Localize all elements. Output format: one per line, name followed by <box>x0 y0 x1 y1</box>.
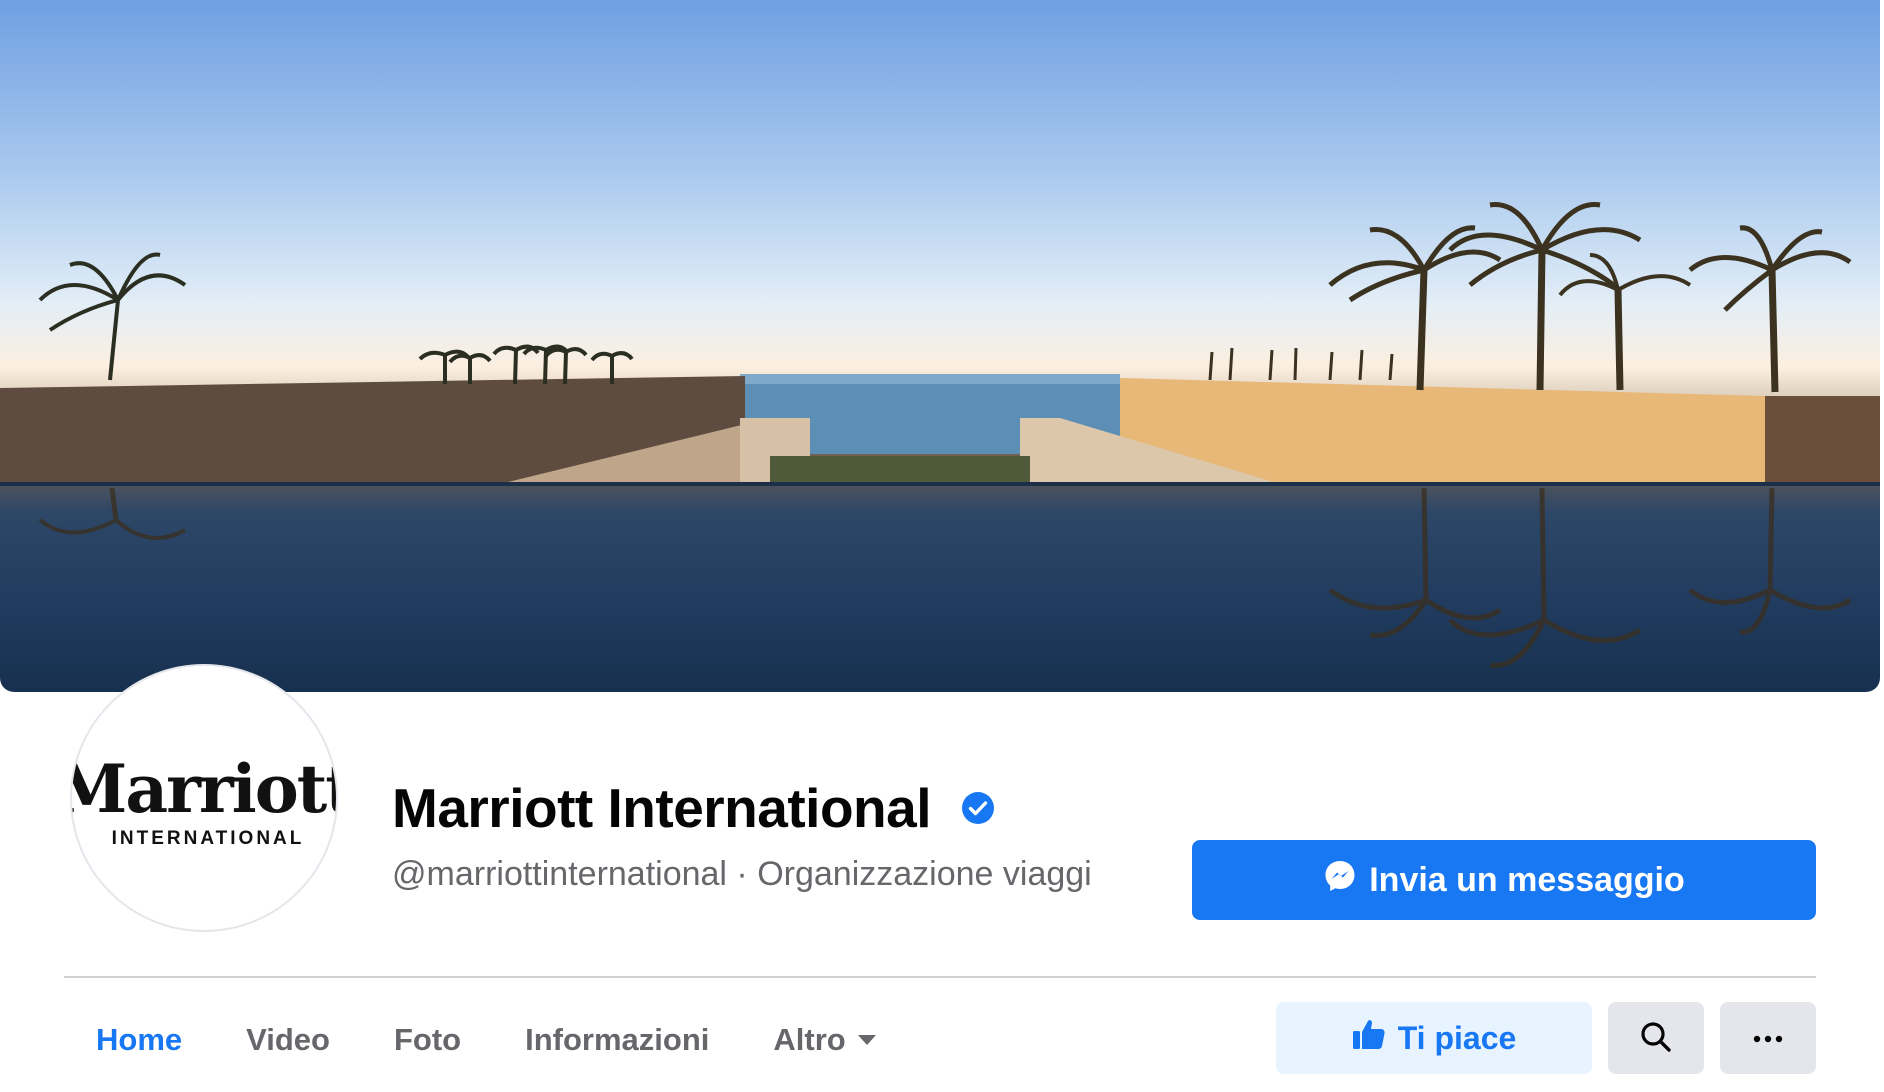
tab-foto-label: Foto <box>393 1022 462 1057</box>
tab-video[interactable]: Video <box>214 1000 362 1080</box>
like-page-button[interactable]: Ti piace <box>1276 1002 1592 1074</box>
marriott-logo: Marriott INTERNATIONAL <box>72 750 336 849</box>
profile-avatar[interactable]: Marriott INTERNATIONAL <box>70 664 338 932</box>
header-divider <box>64 976 1816 978</box>
caret-down-icon <box>857 1035 876 1045</box>
cover-photo-scene <box>0 202 1880 668</box>
verified-badge-icon <box>961 791 995 825</box>
svg-text:INTERNATIONAL: INTERNATIONAL <box>112 828 305 849</box>
tab-foto[interactable]: Foto <box>362 1000 493 1080</box>
tab-informazioni[interactable]: Informazioni <box>493 1000 741 1080</box>
tab-informazioni-label: Informazioni <box>525 1022 710 1057</box>
svg-text:Marriott: Marriott <box>72 750 336 828</box>
tab-home-label: Home <box>96 1022 183 1057</box>
tab-home[interactable]: Home <box>64 1000 214 1080</box>
tab-video-label: Video <box>246 1022 330 1057</box>
thumbs-up-icon <box>1352 1018 1386 1058</box>
page-title: Marriott International <box>392 777 932 839</box>
tab-altro[interactable]: Altro <box>741 1000 907 1080</box>
page-handle-category: @marriottinternational · Organizzazione … <box>392 855 1092 893</box>
cover-photo[interactable] <box>0 0 1880 692</box>
search-button[interactable] <box>1608 1002 1704 1074</box>
search-icon <box>1640 1021 1672 1056</box>
send-message-label: Invia un messaggio <box>1369 860 1685 899</box>
like-label: Ti piace <box>1397 1019 1517 1056</box>
more-options-button[interactable] <box>1720 1002 1816 1074</box>
messenger-icon <box>1323 859 1357 902</box>
page-tabs: Home Video Foto Informazioni Altro <box>64 1000 908 1080</box>
tab-altro-label: Altro <box>773 1022 846 1057</box>
more-options-icon <box>1753 1031 1783 1046</box>
send-message-button[interactable]: Invia un messaggio <box>1192 840 1816 920</box>
